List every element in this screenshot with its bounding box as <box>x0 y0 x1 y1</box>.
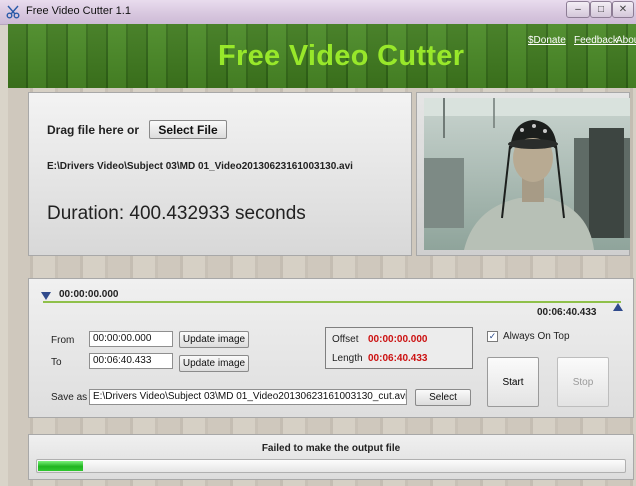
status-message: Failed to make the output file <box>261 443 401 454</box>
timeline-start-handle[interactable] <box>41 292 51 300</box>
offset-label: Offset <box>332 334 359 345</box>
stop-button[interactable]: Stop <box>557 357 609 407</box>
from-time-input[interactable]: 00:00:00.000 <box>89 331 173 347</box>
scissors-app-icon <box>6 5 20 19</box>
save-as-select-button[interactable]: Select <box>415 389 471 406</box>
drag-file-label: Drag file here or <box>47 123 140 137</box>
timeline-end-time: 00:06:40.433 <box>537 307 597 318</box>
timeline-start-time: 00:00:00.000 <box>59 289 119 300</box>
header-banner: Free Video Cutter $Donate Feedback About <box>8 24 636 88</box>
progress-bar-fill <box>38 461 84 471</box>
feedback-link[interactable]: Feedback <box>574 35 618 46</box>
update-image-to-button[interactable]: Update image <box>179 355 249 372</box>
from-label: From <box>51 335 75 346</box>
video-preview-image <box>424 98 630 250</box>
progress-bar <box>36 459 626 473</box>
donate-link[interactable]: $Donate <box>528 35 566 46</box>
timeline-track[interactable] <box>43 301 621 303</box>
file-path: E:\Drivers Video\Subject 03\MD 01_Video2… <box>47 161 353 172</box>
about-link[interactable]: About <box>616 35 636 46</box>
length-value: 00:06:40.433 <box>368 353 428 364</box>
minimize-button[interactable]: – <box>566 1 590 18</box>
start-button[interactable]: Start <box>487 357 539 407</box>
select-file-button[interactable]: Select File <box>149 120 227 139</box>
to-time-input[interactable]: 00:06:40.433 <box>89 353 173 369</box>
save-as-label: Save as <box>51 392 88 403</box>
offset-length-box: Offset 00:00:00.000 Length 00:06:40.433 <box>325 327 473 369</box>
app-title: Free Video Cutter <box>218 40 465 72</box>
length-label: Length <box>332 353 363 364</box>
timeline-end-handle[interactable] <box>613 303 623 311</box>
timeline-panel: 00:00:00.000 00:06:40.433 From 00:00:00.… <box>28 278 634 418</box>
update-image-from-button[interactable]: Update image <box>179 331 249 348</box>
maximize-button[interactable]: □ <box>590 1 612 18</box>
duration-text: Duration: 400.432933 seconds <box>47 203 306 224</box>
save-as-path-input[interactable]: E:\Drivers Video\Subject 03\MD 01_Video2… <box>89 389 407 405</box>
file-panel[interactable]: Drag file here or Select File E:\Drivers… <box>28 92 412 256</box>
offset-value: 00:00:00.000 <box>368 334 428 345</box>
status-panel: Failed to make the output file <box>28 434 634 480</box>
window-title: Free Video Cutter 1.1 <box>26 5 131 17</box>
title-bar: Free Video Cutter 1.1 – □ ✕ <box>0 0 636 25</box>
to-label: To <box>51 357 62 368</box>
always-on-top-checkbox[interactable]: ✓ <box>487 331 498 342</box>
always-on-top-label: Always On Top <box>503 331 570 342</box>
close-button[interactable]: ✕ <box>612 1 634 18</box>
